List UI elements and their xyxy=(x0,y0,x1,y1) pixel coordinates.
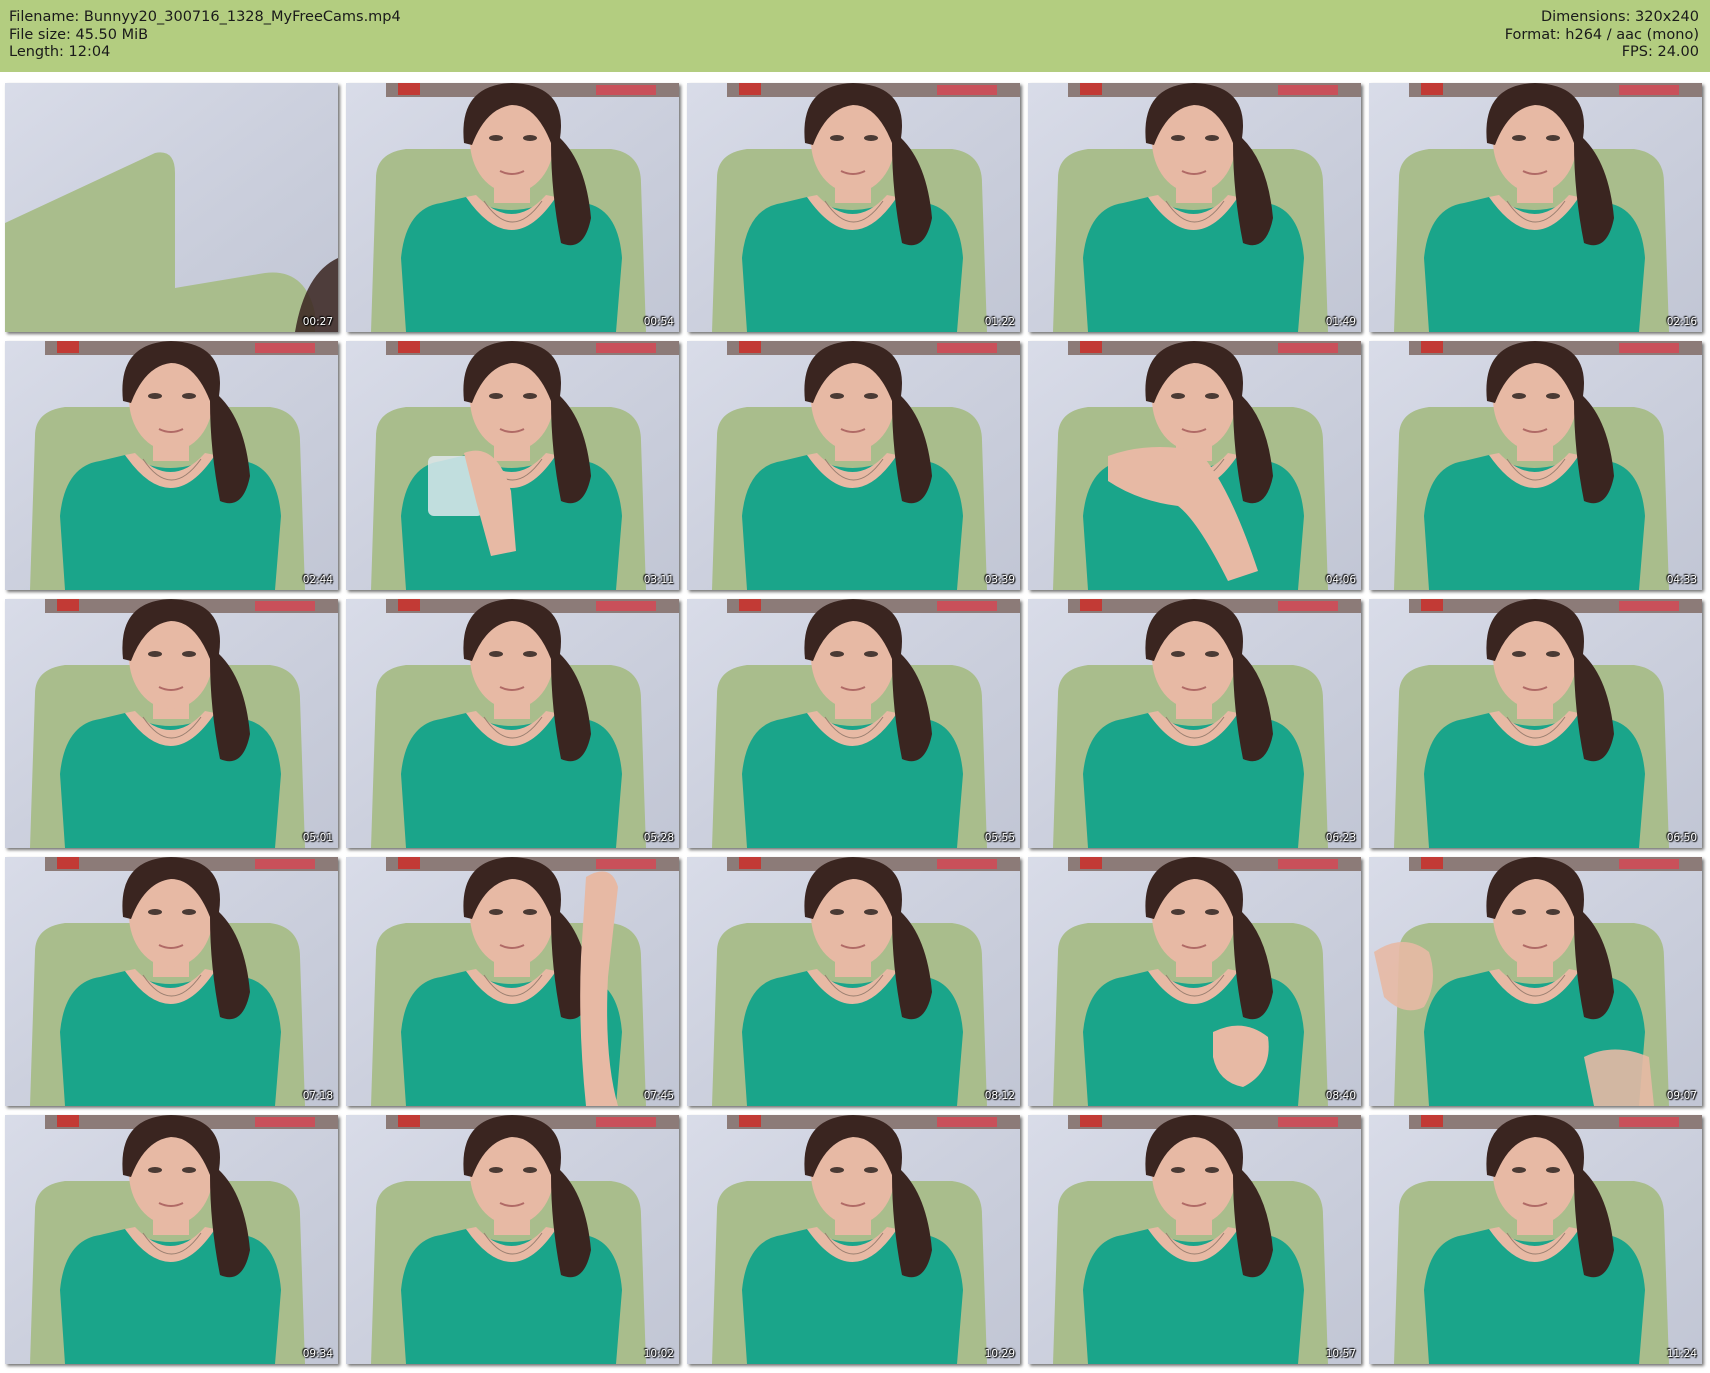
thumbnail-timestamp: 02:44 xyxy=(302,574,333,586)
thumbnail-frame-image xyxy=(5,341,338,590)
video-thumbnail: 10:29 xyxy=(687,1115,1020,1364)
thumbnail-frame-image xyxy=(687,857,1020,1106)
thumbnail-frame-image xyxy=(1028,599,1361,848)
thumbnail-timestamp: 03:39 xyxy=(984,574,1015,586)
thumbnail-frame-image xyxy=(1369,857,1702,1106)
video-thumbnail: 06:50 xyxy=(1369,599,1702,848)
thumbnail-frame-image xyxy=(1028,341,1361,590)
thumbnail-frame-image xyxy=(346,83,679,332)
thumbnail-timestamp: 10:57 xyxy=(1325,1348,1356,1360)
video-thumbnail: 02:44 xyxy=(5,341,338,590)
thumbnail-frame-image xyxy=(687,1115,1020,1364)
video-thumbnail: 08:12 xyxy=(687,857,1020,1106)
video-thumbnail: 09:07 xyxy=(1369,857,1702,1106)
thumbnail-timestamp: 06:23 xyxy=(1325,832,1356,844)
thumbnail-grid: 00:27 00:54 01:22 01:49 02:16 02:44 03:1… xyxy=(0,0,1710,1373)
thumbnail-frame-image xyxy=(346,1115,679,1364)
thumbnail-timestamp: 10:29 xyxy=(984,1348,1015,1360)
video-thumbnail: 06:23 xyxy=(1028,599,1361,848)
thumbnail-frame-image xyxy=(5,83,338,332)
video-thumbnail: 07:18 xyxy=(5,857,338,1106)
thumbnail-frame-image xyxy=(346,599,679,848)
thumbnail-timestamp: 05:55 xyxy=(984,832,1015,844)
video-thumbnail: 02:16 xyxy=(1369,83,1702,332)
thumbnail-frame-image xyxy=(1028,1115,1361,1364)
video-thumbnail: 11:24 xyxy=(1369,1115,1702,1364)
thumbnail-frame-image xyxy=(346,341,679,590)
thumbnail-timestamp: 05:01 xyxy=(302,832,333,844)
video-thumbnail: 05:55 xyxy=(687,599,1020,848)
thumbnail-timestamp: 05:28 xyxy=(643,832,674,844)
video-thumbnail: 05:28 xyxy=(346,599,679,848)
thumbnail-frame-image xyxy=(5,1115,338,1364)
thumbnail-timestamp: 09:34 xyxy=(302,1348,333,1360)
thumbnail-timestamp: 02:16 xyxy=(1666,316,1697,328)
thumbnail-frame-image xyxy=(1369,1115,1702,1364)
video-thumbnail: 03:39 xyxy=(687,341,1020,590)
thumbnail-timestamp: 03:11 xyxy=(643,574,674,586)
thumbnail-frame-image xyxy=(5,857,338,1106)
video-thumbnail: 01:22 xyxy=(687,83,1020,332)
thumbnail-timestamp: 00:54 xyxy=(643,316,674,328)
thumbnail-timestamp: 11:24 xyxy=(1666,1348,1697,1360)
video-thumbnail: 04:06 xyxy=(1028,341,1361,590)
thumbnail-timestamp: 06:50 xyxy=(1666,832,1697,844)
video-thumbnail: 10:57 xyxy=(1028,1115,1361,1364)
video-thumbnail: 09:34 xyxy=(5,1115,338,1364)
thumbnail-timestamp: 07:18 xyxy=(302,1090,333,1102)
thumbnail-timestamp: 04:33 xyxy=(1666,574,1697,586)
thumbnail-frame-image xyxy=(5,599,338,848)
video-thumbnail: 10:02 xyxy=(346,1115,679,1364)
video-thumbnail: 03:11 xyxy=(346,341,679,590)
thumbnail-timestamp: 08:12 xyxy=(984,1090,1015,1102)
video-thumbnail: 00:27 xyxy=(5,83,338,332)
thumbnail-timestamp: 01:49 xyxy=(1325,316,1356,328)
thumbnail-frame-image xyxy=(1369,341,1702,590)
video-thumbnail: 07:45 xyxy=(346,857,679,1106)
thumbnail-timestamp: 04:06 xyxy=(1325,574,1356,586)
video-thumbnail: 08:40 xyxy=(1028,857,1361,1106)
thumbnail-frame-image xyxy=(687,341,1020,590)
thumbnail-timestamp: 07:45 xyxy=(643,1090,674,1102)
thumbnail-timestamp: 01:22 xyxy=(984,316,1015,328)
thumbnail-frame-image xyxy=(1369,599,1702,848)
video-thumbnail: 05:01 xyxy=(5,599,338,848)
thumbnail-frame-image xyxy=(1369,83,1702,332)
thumbnail-frame-image xyxy=(1028,857,1361,1106)
thumbnail-timestamp: 08:40 xyxy=(1325,1090,1356,1102)
thumbnail-timestamp: 00:27 xyxy=(302,316,333,328)
video-thumbnail: 00:54 xyxy=(346,83,679,332)
thumbnail-timestamp: 10:02 xyxy=(643,1348,674,1360)
video-thumbnail: 01:49 xyxy=(1028,83,1361,332)
thumbnail-frame-image xyxy=(346,857,679,1106)
thumbnail-frame-image xyxy=(1028,83,1361,332)
thumbnail-timestamp: 09:07 xyxy=(1666,1090,1697,1102)
thumbnail-frame-image xyxy=(687,599,1020,848)
video-thumbnail: 04:33 xyxy=(1369,341,1702,590)
thumbnail-frame-image xyxy=(687,83,1020,332)
